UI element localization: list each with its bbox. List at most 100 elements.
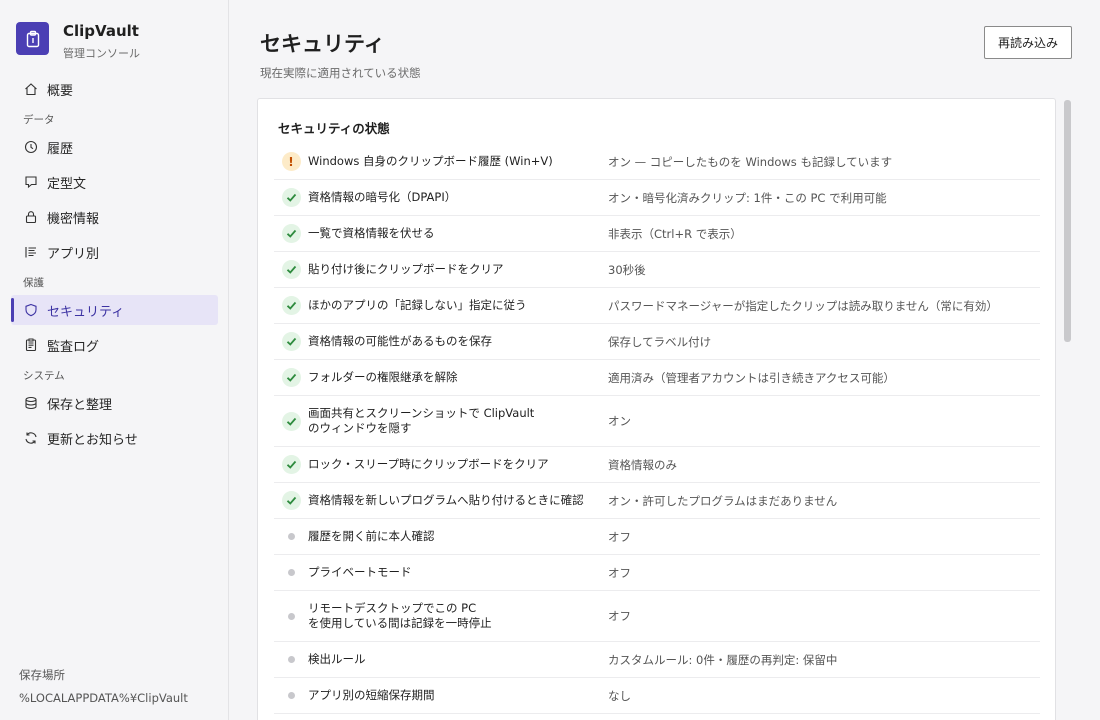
row-value: 30秒後	[608, 262, 646, 277]
row-value: オフ	[608, 565, 631, 580]
status-row: リモートデスクトップでこの PC を使用している間は記録を一時停止 オフ	[274, 591, 1040, 642]
row-value: オン — コピーしたものを Windows も記録しています	[608, 154, 893, 169]
history-icon	[23, 139, 39, 155]
storage-label: 保存場所	[19, 668, 65, 682]
card-title: セキュリティの状態	[278, 121, 390, 136]
off-dot-icon	[287, 612, 295, 620]
row-value: カスタムルール: 0件・履歴の再判定: 保留中	[608, 652, 838, 667]
nav-section-system: システム	[23, 370, 65, 382]
sidebar-item-label: 監査ログ	[47, 339, 100, 355]
row-label: 貼り付け後にクリップボードをクリア	[308, 262, 504, 276]
nav-section-protect: 保護	[23, 277, 44, 289]
row-label: プライベートモード	[308, 565, 412, 579]
row-value: なし	[608, 688, 631, 703]
off-dot-icon	[287, 533, 295, 540]
security-status-card: セキュリティの状態 ! Windows 自身のクリップボード履歴 (Win+V)…	[257, 98, 1056, 720]
status-row: 貼り付け後にクリップボードをクリア 30秒後	[274, 252, 1040, 288]
sidebar-item-label: 機密情報	[47, 211, 100, 227]
sidebar-item-label: 更新とお知らせ	[47, 432, 138, 448]
sidebar-item-updates[interactable]: 更新とお知らせ	[11, 423, 218, 453]
shield-icon	[23, 302, 39, 318]
lock-icon	[23, 209, 39, 225]
check-icon	[281, 411, 301, 431]
row-value: オフ	[608, 529, 631, 544]
clipboard-logo-icon	[16, 22, 49, 55]
sidebar-nav: 概要 データ 履歴 定型文 機密情報 アプリ別 保護 セキュリティ 監査ログ シ…	[0, 74, 229, 458]
audit-log-icon	[23, 337, 39, 353]
reload-button[interactable]: 再読み込み	[984, 26, 1072, 59]
status-list: ! Windows 自身のクリップボード履歴 (Win+V) オン — コピーし…	[274, 144, 1040, 714]
sidebar-item-label: 履歴	[47, 141, 74, 157]
row-value: オン	[608, 414, 631, 428]
refresh-icon	[23, 430, 39, 446]
row-label: 検出ルール	[308, 652, 366, 666]
scrollbar-thumb[interactable]	[1064, 100, 1071, 342]
row-label: リモートデスクトップでこの PC を使用している間は記録を一時停止	[308, 601, 608, 631]
storage-path: %LOCALAPPDATA%¥ClipVault	[19, 691, 188, 705]
sidebar-item-by-app[interactable]: アプリ別	[11, 237, 218, 267]
page-subtitle: 現在実際に適用されている状態	[260, 66, 421, 80]
nav-section-data: データ	[23, 114, 55, 126]
status-row: 資格情報の可能性があるものを保存 保存してラベル付け	[274, 324, 1040, 360]
sidebar-item-storage[interactable]: 保存と整理	[11, 388, 218, 418]
sidebar-item-audit-log[interactable]: 監査ログ	[11, 330, 218, 360]
row-label: 資格情報の暗号化（DPAPI）	[308, 190, 457, 204]
row-value: オン・許可したプログラムはまだありません	[608, 493, 838, 508]
storage-location: 保存場所 %LOCALAPPDATA%¥ClipVault	[19, 667, 188, 705]
row-label-line: を使用している間は記録を一時停止	[308, 616, 492, 630]
home-icon	[23, 81, 39, 97]
app-name: ClipVault	[63, 22, 139, 40]
check-icon	[281, 224, 301, 243]
status-row: ! Windows 自身のクリップボード履歴 (Win+V) オン — コピーし…	[274, 144, 1040, 180]
app-subtitle: 管理コンソール	[63, 47, 140, 60]
row-label: 資格情報の可能性があるものを保存	[308, 334, 492, 348]
row-value: オン・暗号化済みクリップ: 1件・この PC で利用可能	[608, 190, 887, 205]
row-value: パスワードマネージャーが指定したクリップは読み取りません（常に有効）	[608, 298, 998, 313]
row-label: 資格情報を新しいプログラムへ貼り付けるときに確認	[308, 493, 584, 507]
status-row: アプリ別の短縮保存期間 なし	[274, 678, 1040, 714]
status-row: 資格情報を新しいプログラムへ貼り付けるときに確認 オン・許可したプログラムはまだ…	[274, 483, 1040, 519]
row-label: 画面共有とスクリーンショットで ClipVault のウィンドウを隠す	[308, 406, 608, 436]
row-label: 一覧で資格情報を伏せる	[308, 226, 435, 240]
check-icon	[281, 260, 301, 279]
check-icon	[281, 332, 301, 351]
off-dot-icon	[287, 692, 295, 699]
off-dot-icon	[287, 656, 295, 663]
sidebar-item-secrets[interactable]: 機密情報	[11, 202, 218, 232]
row-label-line: 画面共有とスクリーンショットで ClipVault	[308, 406, 535, 420]
status-row: ロック・スリープ時にクリップボードをクリア 資格情報のみ	[274, 447, 1040, 483]
row-value: 保存してラベル付け	[608, 334, 712, 349]
brand: ClipVault 管理コンソール	[16, 22, 140, 61]
sidebar-item-overview[interactable]: 概要	[11, 74, 218, 104]
row-value: 適用済み（管理者アカウントは引き続きアクセス可能）	[608, 370, 895, 385]
row-value: オフ	[608, 609, 631, 623]
row-label: ロック・スリープ時にクリップボードをクリア	[308, 457, 549, 471]
row-value: 非表示（Ctrl+R で表示）	[608, 226, 742, 241]
row-label: アプリ別の短縮保存期間	[308, 688, 435, 702]
sidebar-item-security[interactable]: セキュリティ	[11, 295, 218, 325]
status-row: 画面共有とスクリーンショットで ClipVault のウィンドウを隠す オン	[274, 396, 1040, 447]
sidebar-item-history[interactable]: 履歴	[11, 132, 218, 162]
check-icon	[281, 455, 301, 474]
check-icon	[281, 491, 301, 510]
off-dot-icon	[287, 569, 295, 576]
check-icon	[281, 188, 301, 207]
sidebar-item-label: セキュリティ	[47, 304, 125, 320]
row-label: ほかのアプリの「記録しない」指定に従う	[308, 298, 527, 312]
status-row: 検出ルール カスタムルール: 0件・履歴の再判定: 保留中	[274, 642, 1040, 678]
status-row: フォルダーの権限継承を解除 適用済み（管理者アカウントは引き続きアクセス可能）	[274, 360, 1040, 396]
sidebar-item-label: 定型文	[47, 176, 87, 192]
sidebar-item-label: アプリ別	[47, 246, 100, 262]
status-row: プライベートモード オフ	[274, 555, 1040, 591]
sidebar-item-templates[interactable]: 定型文	[11, 167, 218, 197]
template-icon	[23, 174, 39, 190]
status-row: 履歴を開く前に本人確認 オフ	[274, 519, 1040, 555]
database-icon	[23, 395, 39, 411]
page-title: セキュリティ	[260, 32, 385, 56]
sidebar-item-label: 保存と整理	[47, 397, 113, 413]
check-icon	[281, 296, 301, 315]
row-label-line: のウィンドウを隠す	[308, 421, 412, 435]
status-row: 資格情報の暗号化（DPAPI） オン・暗号化済みクリップ: 1件・この PC で…	[274, 180, 1040, 216]
row-label: Windows 自身のクリップボード履歴 (Win+V)	[308, 154, 553, 168]
row-value: 資格情報のみ	[608, 457, 677, 472]
